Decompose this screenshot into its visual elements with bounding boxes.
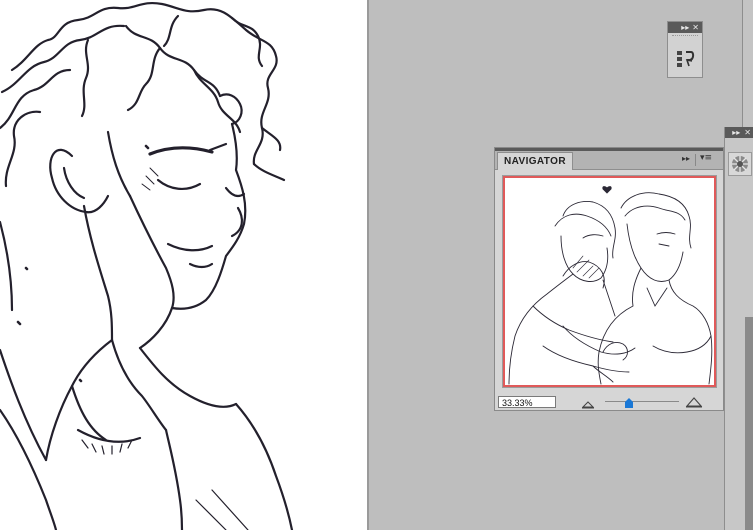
- close-icon[interactable]: ✕: [692, 22, 699, 33]
- panel-menu-icon[interactable]: ▾≡: [700, 153, 712, 163]
- double-chevron-right-icon[interactable]: ▸▸: [681, 22, 689, 33]
- line-art-drawing: [0, 2, 294, 530]
- double-chevron-right-icon[interactable]: ▸▸: [732, 127, 740, 138]
- history-panel-titlebar[interactable]: ▸▸ ✕: [668, 22, 702, 33]
- divider: [695, 154, 696, 166]
- dock-strip-top: [742, 0, 753, 127]
- document-canvas[interactable]: [0, 0, 368, 530]
- right-panel-dock: ▸▸ ✕: [724, 127, 753, 530]
- panel-grip[interactable]: [672, 35, 698, 41]
- tab-navigator[interactable]: NAVIGATOR: [497, 152, 573, 170]
- view-area-frame[interactable]: [503, 176, 716, 387]
- navigator-zoom-controls: 33.33%: [495, 392, 723, 410]
- zoom-percentage-field[interactable]: 33.33%: [498, 396, 556, 408]
- zoom-in-icon[interactable]: [685, 395, 703, 408]
- history-panel-collapsed[interactable]: ▸▸ ✕: [667, 21, 703, 78]
- history-icon[interactable]: [675, 48, 695, 70]
- close-icon[interactable]: ✕: [744, 127, 751, 138]
- zoom-out-icon[interactable]: [581, 396, 595, 409]
- navigator-thumbnail[interactable]: [502, 175, 717, 388]
- double-chevron-right-icon[interactable]: ▸▸: [682, 154, 690, 163]
- zoom-slider-track[interactable]: [605, 401, 679, 402]
- navigator-tabbar: NAVIGATOR ▸▸ ▾≡: [495, 151, 723, 170]
- zoom-slider-thumb[interactable]: [625, 395, 634, 408]
- dock-titlebar[interactable]: ▸▸ ✕: [725, 127, 753, 138]
- dock-scrollbar[interactable]: [745, 317, 753, 530]
- brush-preset-icon[interactable]: [728, 152, 752, 176]
- navigator-panel: NAVIGATOR ▸▸ ▾≡ 33.33%: [494, 147, 724, 411]
